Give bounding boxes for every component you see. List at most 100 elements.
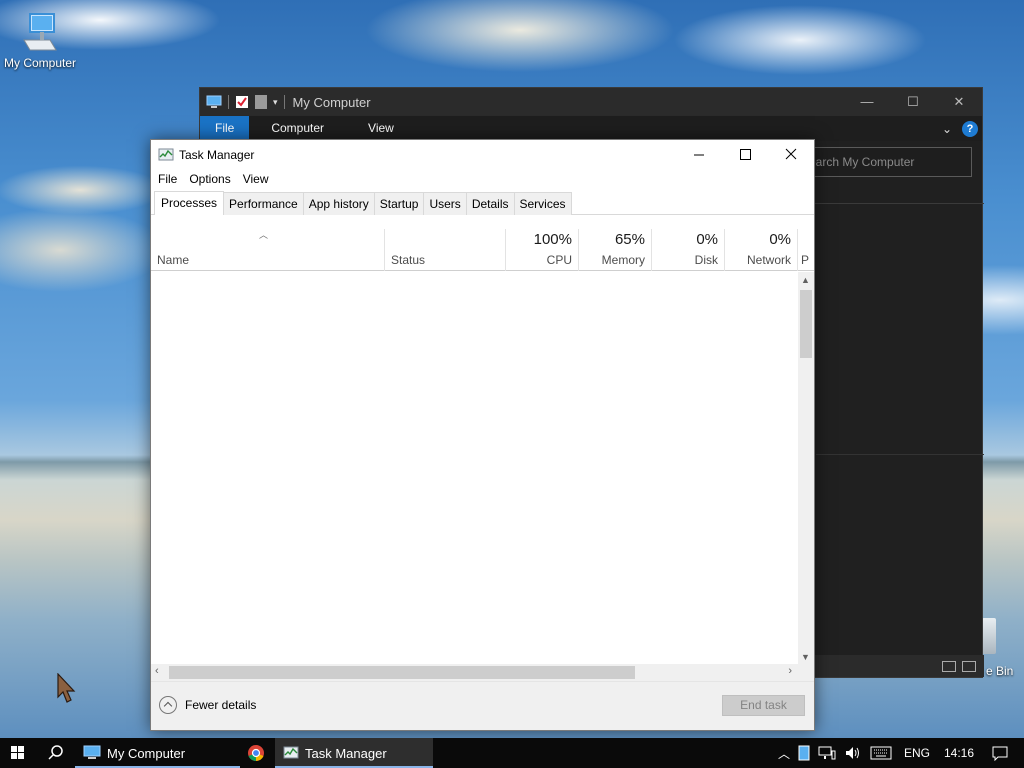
cpu-usage-value: 100% — [533, 231, 572, 248]
mouse-cursor-icon — [57, 673, 76, 703]
task-manager-window[interactable]: Task Manager File Options View Processes… — [150, 139, 815, 731]
taskbar-item-task-manager[interactable]: Task Manager — [275, 738, 433, 768]
toolbar-divider — [283, 95, 285, 109]
minimize-icon — [694, 154, 704, 156]
menu-file[interactable]: File — [157, 170, 184, 189]
minimize-button[interactable]: — — [844, 94, 890, 110]
column-label: Status — [391, 253, 426, 267]
computer-icon — [23, 13, 57, 51]
menu-view[interactable]: View — [242, 170, 276, 189]
maximize-icon — [740, 149, 751, 160]
taskbar: My Computer Task Manager ︿ ENG 14:16 — [0, 738, 1024, 768]
network-icon[interactable] — [818, 745, 836, 761]
window-controls: — ☐ ✕ — [844, 94, 982, 110]
new-folder-icon[interactable] — [255, 95, 267, 109]
task-manager-titlebar[interactable]: Task Manager — [151, 140, 814, 170]
divider — [816, 454, 984, 455]
taskbar-item-label: Task Manager — [305, 745, 387, 761]
toolbar-divider — [228, 95, 229, 109]
task-manager-icon — [158, 148, 174, 161]
scroll-up-icon[interactable]: ▲ — [801, 275, 810, 285]
ribbon-tab-computer[interactable]: Computer — [249, 116, 346, 141]
column-header-name[interactable]: Name — [151, 229, 384, 271]
taskbar-search-button[interactable] — [37, 738, 73, 768]
usb-device-icon[interactable] — [798, 745, 810, 761]
column-headers: ︿ Name Status 100% CPU 65% Memory 0% Dis… — [151, 215, 814, 271]
view-buttons — [942, 661, 976, 672]
tab-services[interactable]: Services — [513, 192, 572, 215]
taskbar-item-chrome[interactable] — [239, 738, 275, 768]
start-button[interactable] — [0, 738, 36, 768]
task-manager-icon — [283, 746, 299, 759]
column-header-power[interactable]: P — [797, 229, 814, 271]
column-header-memory[interactable]: 65% Memory — [578, 229, 651, 271]
column-label: Disk — [694, 253, 718, 267]
computer-icon — [206, 95, 222, 108]
column-header-disk[interactable]: 0% Disk — [651, 229, 724, 271]
large-icons-view-icon[interactable] — [962, 661, 976, 672]
search-icon — [48, 745, 63, 760]
tab-performance[interactable]: Performance — [223, 192, 304, 215]
column-header-cpu[interactable]: 100% CPU — [505, 229, 578, 271]
column-label: P — [801, 253, 810, 267]
menu-options[interactable]: Options — [188, 170, 237, 189]
tab-processes[interactable]: Processes — [154, 191, 225, 215]
scroll-down-icon[interactable]: ▼ — [801, 652, 810, 662]
vertical-scrollbar[interactable]: ▲ ▼ — [798, 272, 814, 665]
menu-bar: File Options View — [151, 170, 814, 189]
computer-icon — [83, 745, 101, 759]
explorer-titlebar[interactable]: ▾ My Computer — ☐ ✕ — [200, 88, 982, 116]
column-label: Memory — [601, 253, 645, 267]
end-task-button[interactable]: End task — [722, 695, 805, 716]
maximize-button[interactable] — [722, 140, 768, 170]
fewer-details-button[interactable]: Fewer details — [159, 696, 256, 714]
column-label: CPU — [546, 253, 572, 267]
tab-details[interactable]: Details — [465, 192, 515, 215]
scroll-left-icon[interactable]: ‹ — [155, 665, 159, 677]
tab-startup[interactable]: Startup — [373, 192, 425, 215]
taskbar-item-my-computer[interactable]: My Computer — [75, 738, 240, 768]
minimize-button[interactable] — [676, 140, 722, 170]
scrollbar-thumb[interactable] — [800, 290, 812, 358]
expand-ribbon-icon[interactable]: ⌄ — [942, 122, 952, 136]
task-manager-footer: Fewer details End task — [151, 681, 814, 730]
keyboard-icon[interactable] — [870, 746, 892, 760]
tab-strip: Processes Performance App history Startu… — [151, 191, 814, 215]
desktop-icon-label: My Computer — [3, 56, 77, 70]
clock[interactable]: 14:16 — [944, 746, 974, 760]
desktop-icon-my-computer[interactable]: My Computer — [0, 10, 80, 70]
properties-icon[interactable] — [235, 95, 249, 109]
chrome-icon — [248, 745, 264, 762]
action-center-icon[interactable] — [992, 745, 1008, 761]
qat-dropdown-icon[interactable]: ▾ — [273, 97, 278, 108]
recycle-bin-icon[interactable] — [982, 618, 996, 654]
horizontal-scrollbar[interactable]: ‹ › — [151, 664, 798, 681]
fewer-details-label: Fewer details — [185, 698, 257, 712]
taskbar-item-label: My Computer — [107, 745, 186, 761]
close-button[interactable] — [768, 140, 814, 170]
column-header-status[interactable]: Status — [384, 229, 505, 271]
tab-users[interactable]: Users — [423, 192, 467, 215]
close-button[interactable]: ✕ — [936, 94, 982, 110]
process-list[interactable] — [151, 272, 814, 665]
scrollbar-thumb[interactable] — [169, 666, 635, 679]
column-header-network[interactable]: 0% Network — [724, 229, 797, 271]
volume-icon[interactable] — [844, 745, 862, 761]
system-tray: ︿ ENG 14:16 — [774, 738, 1024, 768]
explorer-search-input[interactable]: earch My Computer — [800, 147, 972, 177]
ribbon-tab-file[interactable]: File — [200, 116, 250, 141]
window-controls — [676, 140, 814, 170]
ribbon-tabs: File Computer View ⌄ ? — [200, 116, 982, 141]
tab-app-history[interactable]: App history — [302, 192, 375, 215]
close-icon — [785, 148, 797, 160]
show-hidden-icons-icon[interactable]: ︿ — [778, 745, 790, 762]
details-view-icon[interactable] — [942, 661, 956, 672]
maximize-button[interactable]: ☐ — [890, 94, 936, 110]
ribbon-tab-view[interactable]: View — [346, 116, 416, 141]
windows-logo-icon — [11, 746, 24, 759]
memory-usage-value: 65% — [614, 231, 645, 248]
scroll-right-icon[interactable]: › — [788, 665, 792, 677]
help-icon[interactable]: ? — [962, 120, 978, 137]
input-language-indicator[interactable]: ENG — [904, 746, 930, 760]
disk-usage-value: 0% — [696, 231, 718, 248]
